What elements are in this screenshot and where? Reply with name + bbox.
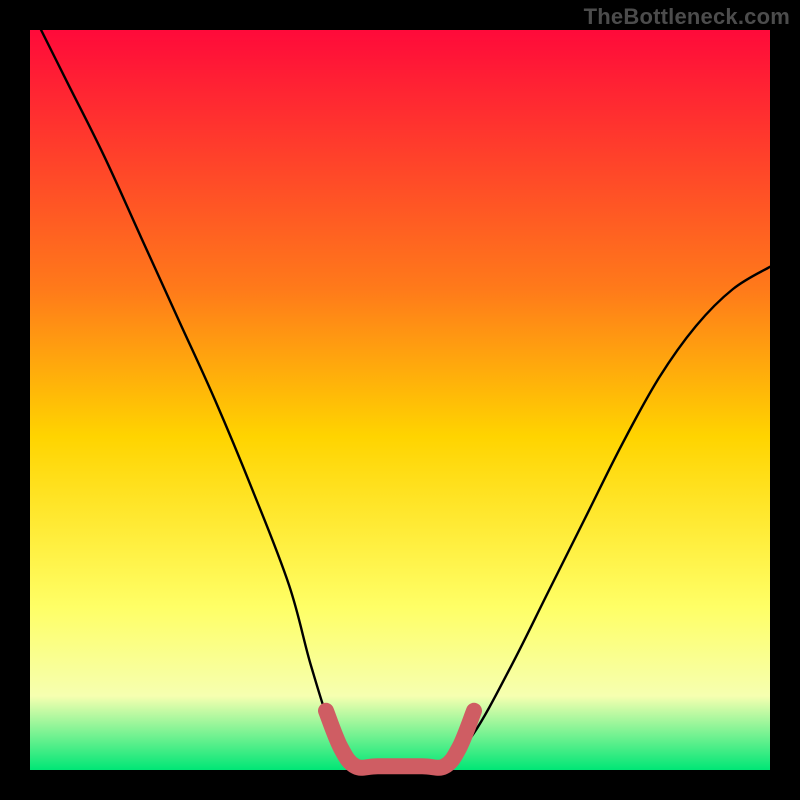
bottleneck-chart	[0, 0, 800, 800]
chart-stage: TheBottleneck.com	[0, 0, 800, 800]
gradient-background	[30, 30, 770, 770]
watermark-text: TheBottleneck.com	[584, 4, 790, 30]
